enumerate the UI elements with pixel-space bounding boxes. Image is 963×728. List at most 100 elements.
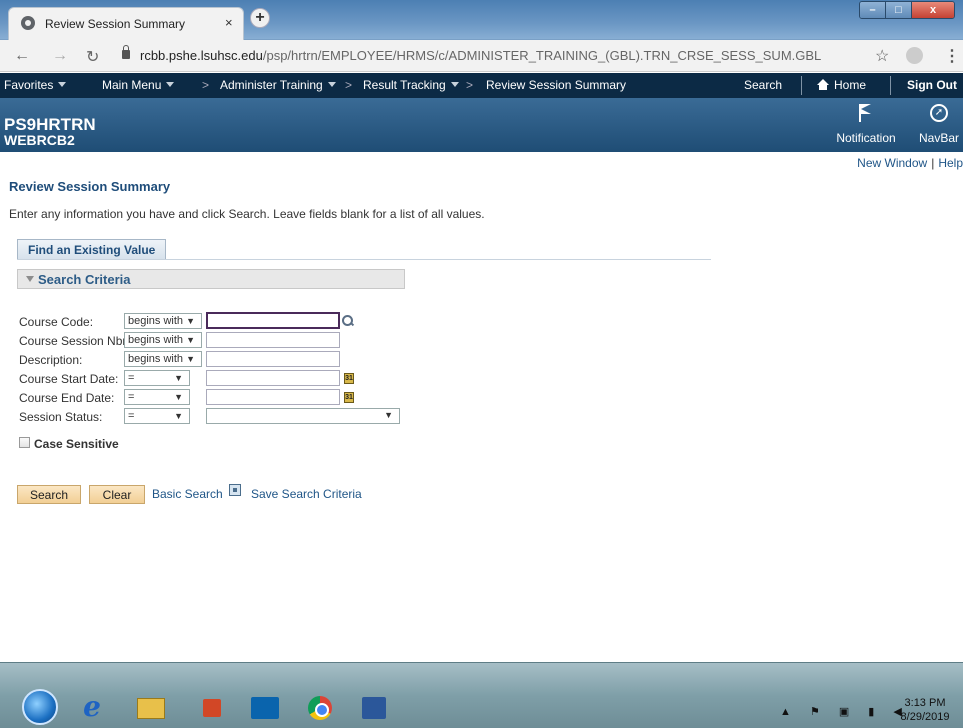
dropdown-arrow-icon: ▼: [174, 392, 183, 402]
clock-time: 3:13 PM: [904, 697, 946, 709]
tab-find-existing-value[interactable]: Find an Existing Value: [17, 239, 167, 259]
help-link[interactable]: Help: [938, 156, 963, 170]
dropdown-arrow-icon: ▼: [186, 354, 195, 364]
favorites-label: Favorites: [4, 78, 54, 92]
course-start-date-operator[interactable]: = ▼: [124, 370, 190, 386]
navbar-label: NavBar: [918, 131, 959, 145]
peoplesoft-navbar: Favorites Main Menu > Administer Trainin…: [0, 73, 963, 98]
course-code-input[interactable]: [206, 312, 340, 329]
course-start-date-input[interactable]: [206, 370, 340, 386]
minimize-button[interactable]: –: [860, 2, 886, 18]
tab-title: Review Session Summary: [45, 17, 186, 31]
dropdown-arrow-icon: ▼: [174, 373, 183, 383]
forward-arrow-icon[interactable]: →: [52, 47, 68, 65]
course-session-nbr-operator[interactable]: begins with ▼: [124, 332, 202, 348]
lookup-magnifier-icon[interactable]: [342, 315, 354, 327]
session-status-label: Session Status:: [19, 410, 103, 424]
notification-button[interactable]: Notification: [836, 104, 896, 145]
lock-icon: [122, 45, 130, 59]
home-icon: [817, 79, 829, 90]
clear-button[interactable]: Clear: [89, 485, 145, 504]
calendar-icon[interactable]: 31: [344, 392, 354, 403]
windows-taskbar: e ▲ ⚑ ▣ ▮ ◀ 3:13 PM 8/29/2019: [0, 662, 963, 728]
description-operator[interactable]: begins with ▼: [124, 351, 202, 367]
url-host: rcbb.pshe.lsuhsc.edu: [140, 48, 263, 63]
course-start-date-label: Course Start Date:: [19, 372, 119, 386]
browser-tabstrip: Review Session Summary × + – □ x: [0, 0, 963, 40]
back-arrow-icon[interactable]: ←: [14, 47, 30, 65]
main-menu-label: Main Menu: [102, 78, 162, 92]
course-code-label: Course Code:: [19, 315, 94, 329]
sign-out-link[interactable]: Sign Out: [907, 78, 957, 92]
search-link[interactable]: Search: [744, 78, 782, 92]
bookmark-star-icon[interactable]: ☆: [875, 46, 889, 66]
breadcrumb-separator-icon: >: [466, 78, 474, 92]
course-end-date-input[interactable]: [206, 389, 340, 405]
course-session-nbr-input[interactable]: [206, 332, 340, 348]
operator-value: begins with: [128, 315, 184, 327]
course-end-date-operator[interactable]: = ▼: [124, 389, 190, 405]
browser-tab[interactable]: Review Session Summary ×: [8, 7, 244, 40]
account-avatar-icon[interactable]: [906, 47, 923, 64]
maximize-button[interactable]: □: [886, 2, 912, 18]
internet-explorer-icon[interactable]: e: [73, 689, 111, 727]
clock-date: 8/29/2019: [900, 711, 950, 723]
close-window-button[interactable]: x: [912, 2, 954, 18]
case-sensitive-checkbox[interactable]: [19, 437, 30, 448]
reload-icon[interactable]: ↻: [86, 47, 99, 67]
chevron-down-icon: [166, 82, 175, 87]
breadcrumb-result-tracking[interactable]: Result Tracking: [363, 78, 459, 92]
chrome-icon[interactable]: [301, 689, 339, 727]
navbar-button[interactable]: ➚ NavBar: [916, 104, 962, 145]
home-link[interactable]: Home: [817, 78, 866, 92]
divider: |: [931, 156, 935, 170]
breadcrumb-label: Administer Training: [220, 78, 323, 92]
operator-value: begins with: [128, 353, 184, 365]
operator-value: =: [128, 410, 135, 422]
home-label: Home: [834, 78, 867, 92]
favorites-menu[interactable]: Favorites: [4, 78, 67, 92]
system-banner: PS9HRTRN WEBRCB2 Notification ➚ NavBar: [0, 98, 963, 152]
chevron-down-icon: [327, 82, 336, 87]
description-label: Description:: [19, 353, 83, 367]
session-status-select[interactable]: ▼: [206, 408, 400, 424]
basic-search-link[interactable]: Basic Search: [152, 487, 223, 501]
calendar-icon[interactable]: 31: [344, 373, 354, 384]
operator-value: begins with: [128, 334, 184, 346]
dropdown-arrow-icon: ▼: [174, 411, 183, 421]
url-field[interactable]: rcbb.pshe.lsuhsc.edu/psp/hrtrn/EMPLOYEE/…: [140, 48, 821, 63]
section-label: Search Criteria: [38, 272, 131, 287]
search-criteria-header[interactable]: Search Criteria: [17, 269, 405, 289]
database-name: WEBRCB2: [4, 132, 75, 148]
description-input[interactable]: [206, 351, 340, 367]
menu-kebab-icon[interactable]: ⋮: [944, 46, 960, 66]
search-button[interactable]: Search: [17, 485, 81, 504]
flag-icon: [859, 104, 873, 122]
clock[interactable]: 3:13 PM 8/29/2019: [890, 696, 960, 724]
collapse-triangle-icon: [26, 276, 34, 282]
breadcrumb-administer-training[interactable]: Administer Training: [220, 78, 336, 92]
divider: [801, 76, 802, 95]
start-button-icon[interactable]: [22, 689, 58, 725]
office-icon[interactable]: [193, 689, 231, 727]
close-tab-icon[interactable]: ×: [225, 15, 233, 30]
course-end-date-label: Course End Date:: [19, 391, 115, 405]
main-menu[interactable]: Main Menu: [102, 78, 175, 92]
breadcrumb-review-session-summary[interactable]: Review Session Summary: [486, 78, 626, 92]
new-tab-button[interactable]: +: [250, 8, 270, 28]
address-bar: ← → ↻ rcbb.pshe.lsuhsc.edu/psp/hrtrn/EMP…: [0, 40, 963, 72]
dropdown-arrow-icon: ▼: [186, 316, 195, 326]
compass-icon: ➚: [930, 104, 948, 122]
save-search-icon[interactable]: [229, 484, 241, 496]
outlook-icon[interactable]: [246, 689, 284, 727]
breadcrumb-separator-icon: >: [202, 78, 210, 92]
word-icon[interactable]: [355, 689, 393, 727]
save-search-criteria-link[interactable]: Save Search Criteria: [251, 487, 362, 501]
file-explorer-icon[interactable]: [131, 689, 169, 727]
url-path: /psp/hrtrn/EMPLOYEE/HRMS/c/ADMINISTER_TR…: [262, 48, 822, 63]
breadcrumb-separator-icon: >: [345, 78, 353, 92]
course-code-operator[interactable]: begins with ▼: [124, 313, 202, 329]
new-window-link[interactable]: New Window: [857, 156, 927, 170]
session-status-operator[interactable]: = ▼: [124, 408, 190, 424]
operator-value: =: [128, 372, 135, 384]
